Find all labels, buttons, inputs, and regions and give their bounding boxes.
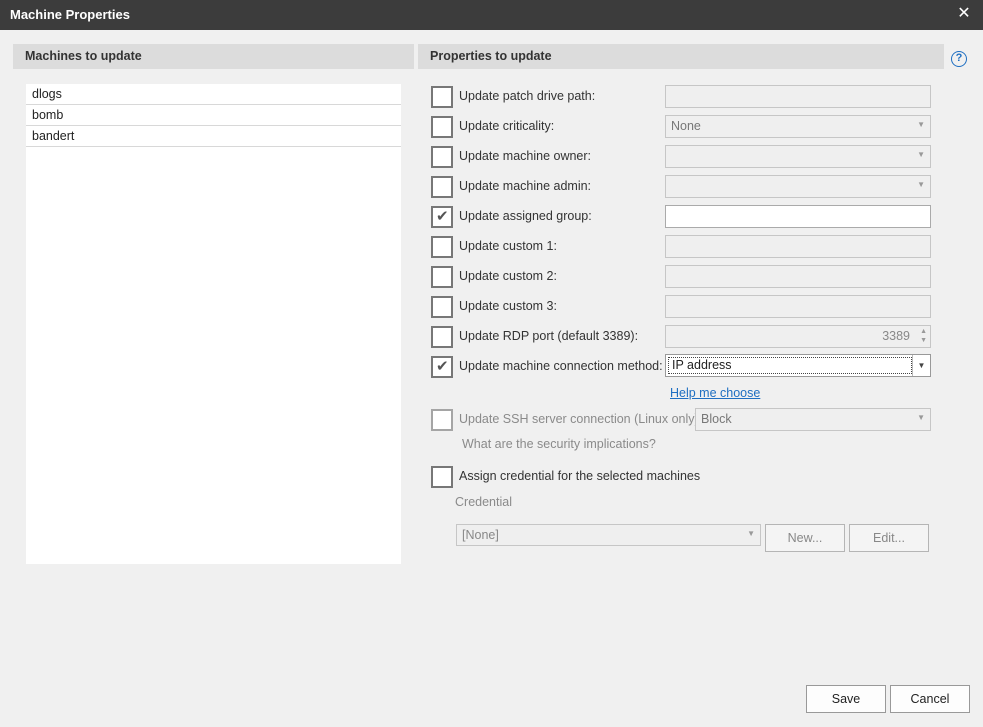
title-bar: Machine Properties ✕ bbox=[0, 0, 983, 30]
patch-drive-path-input[interactable] bbox=[665, 85, 931, 108]
list-item[interactable]: bandert bbox=[26, 126, 401, 147]
rdp-port-value: 3389 bbox=[882, 329, 910, 343]
connection-method-checkbox[interactable]: ✔ bbox=[431, 356, 453, 378]
ssh-value: Block bbox=[701, 412, 732, 426]
rdp-port-label: Update RDP port (default 3389): bbox=[459, 329, 639, 343]
spinner-buttons[interactable]: ▲ ▼ bbox=[920, 327, 927, 345]
edit-credential-button[interactable]: Edit... bbox=[849, 524, 929, 552]
credential-value: [None] bbox=[462, 528, 499, 542]
connection-method-select[interactable]: IP address ▼ bbox=[665, 354, 931, 377]
chevron-down-icon: ▼ bbox=[747, 529, 755, 538]
chevron-down-icon: ▼ bbox=[917, 180, 925, 189]
help-me-choose-link[interactable]: Help me choose bbox=[670, 386, 760, 400]
rdp-port-checkbox[interactable] bbox=[431, 326, 453, 348]
properties-header: Properties to update bbox=[418, 44, 944, 69]
machine-admin-select[interactable]: ▼ bbox=[665, 175, 931, 198]
chevron-down-icon: ▼ bbox=[917, 150, 925, 159]
close-icon[interactable]: ✕ bbox=[955, 5, 973, 23]
chevron-down-icon[interactable]: ▼ bbox=[912, 355, 930, 376]
spin-down-icon[interactable]: ▼ bbox=[920, 337, 927, 344]
chevron-down-icon: ▼ bbox=[917, 413, 925, 422]
custom-2-label: Update custom 2: bbox=[459, 269, 557, 283]
criticality-label: Update criticality: bbox=[459, 119, 555, 133]
cancel-button[interactable]: Cancel bbox=[890, 685, 970, 713]
save-button[interactable]: Save bbox=[806, 685, 886, 713]
machine-owner-select[interactable]: ▼ bbox=[665, 145, 931, 168]
machine-owner-checkbox[interactable] bbox=[431, 146, 453, 168]
check-icon: ✔ bbox=[436, 358, 449, 375]
machine-admin-label: Update machine admin: bbox=[459, 179, 592, 193]
property-row-connection-method: ✔ Update machine connection method: IP a… bbox=[431, 354, 931, 378]
criticality-select[interactable]: None ▼ bbox=[665, 115, 931, 138]
security-implications-text: What are the security implications? bbox=[462, 437, 656, 451]
connection-method-label: Update machine connection method: bbox=[459, 359, 663, 373]
custom-1-input[interactable] bbox=[665, 235, 931, 258]
custom-2-checkbox[interactable] bbox=[431, 266, 453, 288]
custom-3-label: Update custom 3: bbox=[459, 299, 557, 313]
custom-2-input[interactable] bbox=[665, 265, 931, 288]
check-icon: ✔ bbox=[436, 208, 449, 225]
rdp-port-stepper[interactable]: 3389 ▲ ▼ bbox=[665, 325, 931, 348]
property-row-assigned-group: ✔ Update assigned group: bbox=[431, 205, 931, 228]
credential-caption: Credential bbox=[455, 495, 512, 509]
criticality-value: None bbox=[671, 119, 701, 133]
property-row-credential: Assign credential for the selected machi… bbox=[431, 466, 931, 488]
list-item[interactable]: dlogs bbox=[26, 84, 401, 105]
help-icon[interactable]: ? bbox=[951, 51, 967, 67]
spin-up-icon[interactable]: ▲ bbox=[920, 328, 927, 335]
property-row-custom-1: Update custom 1: bbox=[431, 235, 931, 258]
new-credential-button[interactable]: New... bbox=[765, 524, 845, 552]
custom-3-checkbox[interactable] bbox=[431, 296, 453, 318]
ssh-select[interactable]: Block ▼ bbox=[695, 408, 931, 431]
property-row-patch-drive-path: Update patch drive path: bbox=[431, 85, 931, 108]
property-row-machine-admin: Update machine admin: ▼ bbox=[431, 175, 931, 198]
property-row-criticality: Update criticality: None ▼ bbox=[431, 115, 931, 138]
custom-1-checkbox[interactable] bbox=[431, 236, 453, 258]
machine-list[interactable]: dlogs bomb bandert bbox=[26, 84, 401, 564]
property-row-ssh: Update SSH server connection (Linux only… bbox=[431, 408, 931, 431]
chevron-down-icon: ▼ bbox=[917, 120, 925, 129]
criticality-checkbox[interactable] bbox=[431, 116, 453, 138]
custom-3-input[interactable] bbox=[665, 295, 931, 318]
property-row-custom-3: Update custom 3: bbox=[431, 295, 931, 318]
ssh-checkbox[interactable] bbox=[431, 409, 453, 431]
property-row-machine-owner: Update machine owner: ▼ bbox=[431, 145, 931, 168]
patch-drive-path-checkbox[interactable] bbox=[431, 86, 453, 108]
assigned-group-label: Update assigned group: bbox=[459, 209, 592, 223]
machine-owner-label: Update machine owner: bbox=[459, 149, 592, 163]
assigned-group-input[interactable] bbox=[665, 205, 931, 228]
credential-checkbox[interactable] bbox=[431, 466, 453, 488]
machine-admin-checkbox[interactable] bbox=[431, 176, 453, 198]
patch-drive-path-label: Update patch drive path: bbox=[459, 89, 596, 103]
custom-1-label: Update custom 1: bbox=[459, 239, 557, 253]
list-item[interactable]: bomb bbox=[26, 105, 401, 126]
assigned-group-checkbox[interactable]: ✔ bbox=[431, 206, 453, 228]
property-row-rdp-port: Update RDP port (default 3389): 3389 ▲ ▼ bbox=[431, 325, 931, 348]
window-title: Machine Properties bbox=[10, 7, 130, 22]
credential-select[interactable]: [None] ▼ bbox=[456, 524, 761, 546]
credential-assign-label: Assign credential for the selected machi… bbox=[459, 469, 701, 483]
ssh-label: Update SSH server connection (Linux only… bbox=[459, 412, 703, 426]
property-row-custom-2: Update custom 2: bbox=[431, 265, 931, 288]
connection-method-value: IP address bbox=[668, 357, 912, 374]
machines-header: Machines to update bbox=[13, 44, 414, 69]
